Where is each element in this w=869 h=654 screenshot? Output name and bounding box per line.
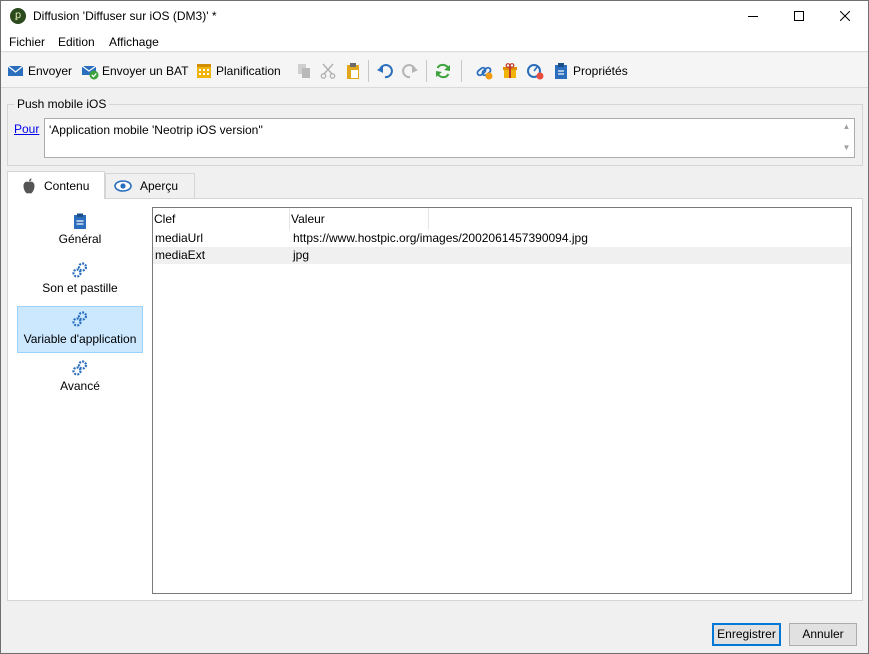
- cancel-button[interactable]: Annuler: [789, 623, 857, 646]
- copy-button[interactable]: [295, 62, 313, 80]
- groupbox-title: Push mobile iOS: [14, 97, 110, 111]
- nav-avance[interactable]: Avancé: [17, 358, 143, 404]
- send-proof-button[interactable]: Envoyer un BAT: [81, 62, 188, 80]
- close-icon: [840, 11, 850, 21]
- tab-apercu[interactable]: Aperçu: [105, 173, 195, 198]
- for-value-text: 'Application mobile 'Neotrip iOS version…: [49, 123, 263, 137]
- clipboard-icon: [74, 213, 86, 229]
- close-button[interactable]: [822, 1, 868, 31]
- cut-button[interactable]: [319, 62, 337, 80]
- properties-label: Propriétés: [573, 64, 628, 78]
- gauge-icon: [527, 64, 544, 80]
- menu-bar: Fichier Edition Affichage: [1, 31, 868, 52]
- main-window: ꝑ Diffusion 'Diffuser sur iOS (DM3)' * F…: [0, 0, 869, 654]
- eye-icon: [114, 180, 132, 192]
- calendar-icon: [197, 64, 211, 78]
- nav-variable-application[interactable]: Variable d'application: [17, 306, 143, 353]
- for-link[interactable]: Pour: [14, 122, 39, 136]
- clipboard-paste-icon: [347, 63, 359, 79]
- row-value: https://www.hostpic.org/images/200206145…: [293, 231, 588, 245]
- toolbar-separator: [368, 60, 369, 82]
- nav-variable-application-label: Variable d'application: [23, 332, 137, 346]
- clipboard-icon: [555, 63, 567, 79]
- column-header-clef[interactable]: Clef: [153, 208, 290, 230]
- scissors-icon: [320, 63, 336, 79]
- minimize-button[interactable]: [730, 1, 776, 31]
- link-button[interactable]: [475, 62, 493, 80]
- variables-table[interactable]: Clef Valeur mediaUrl https://www.hostpic…: [152, 207, 852, 594]
- row-key: mediaUrl: [155, 231, 204, 245]
- refresh-icon: [436, 63, 450, 79]
- row-value: jpg: [293, 248, 310, 262]
- nav-general-label: Général: [58, 232, 102, 246]
- scroll-up-icon[interactable]: ▲: [841, 122, 852, 133]
- table-row[interactable]: mediaUrl https://www.hostpic.org/images/…: [153, 230, 851, 247]
- undo-button[interactable]: [376, 62, 394, 80]
- undo-icon: [377, 64, 393, 79]
- nav-general[interactable]: Général: [17, 209, 143, 255]
- refresh-button[interactable]: [434, 62, 452, 80]
- tab-contenu[interactable]: Contenu: [7, 171, 105, 199]
- menu-edition[interactable]: Edition: [58, 35, 95, 49]
- toolbar-separator: [426, 60, 427, 82]
- gears-icon: [72, 311, 88, 327]
- schedule-button[interactable]: Planification: [195, 62, 281, 80]
- send-label: Envoyer: [28, 64, 73, 78]
- gears-icon: [72, 360, 88, 376]
- for-value-field[interactable]: 'Application mobile 'Neotrip iOS version…: [44, 118, 855, 158]
- save-button[interactable]: Enregistrer: [712, 623, 781, 646]
- send-button[interactable]: Envoyer: [7, 62, 72, 80]
- nav-avance-label: Avancé: [60, 379, 100, 393]
- tab-contenu-label: Contenu: [44, 178, 90, 193]
- table-row[interactable]: mediaExt jpg: [153, 247, 851, 264]
- paste-button[interactable]: [344, 62, 362, 80]
- gift-button[interactable]: [501, 62, 519, 80]
- nav-son-pastille[interactable]: Son et pastille: [17, 259, 143, 305]
- gift-icon: [503, 63, 517, 78]
- envelope-icon: [7, 65, 24, 76]
- toolbar: Envoyer Envoyer un BAT Planification Pro…: [1, 53, 868, 88]
- redo-icon: [402, 64, 418, 79]
- link-icon: [476, 66, 493, 80]
- row-key: mediaExt: [155, 248, 206, 262]
- properties-button[interactable]: Propriétés: [552, 62, 628, 80]
- maximize-icon: [794, 11, 804, 21]
- nav-son-pastille-label: Son et pastille: [42, 281, 118, 295]
- minimize-icon: [748, 16, 758, 17]
- gears-icon: [72, 262, 88, 278]
- copy-icon: [298, 64, 310, 78]
- column-header-valeur[interactable]: Valeur: [290, 208, 429, 230]
- menu-affichage[interactable]: Affichage: [109, 35, 159, 49]
- redo-button[interactable]: [401, 62, 419, 80]
- tab-apercu-label: Aperçu: [140, 179, 179, 193]
- app-logo-icon: ꝑ: [10, 8, 26, 24]
- envelope-check-icon: [81, 65, 99, 80]
- table-header: Clef Valeur: [153, 208, 851, 230]
- toolbar-separator: [461, 60, 462, 82]
- window-title: Diffusion 'Diffuser sur iOS (DM3)' *: [33, 9, 217, 23]
- menu-fichier[interactable]: Fichier: [9, 35, 45, 49]
- send-proof-label: Envoyer un BAT: [102, 64, 189, 78]
- maximize-button[interactable]: [776, 1, 822, 31]
- scroll-down-icon[interactable]: ▼: [841, 143, 852, 154]
- title-bar: ꝑ Diffusion 'Diffuser sur iOS (DM3)' *: [1, 1, 868, 31]
- tracking-button[interactable]: [526, 62, 544, 80]
- apple-icon: [23, 178, 35, 193]
- schedule-label: Planification: [216, 64, 281, 78]
